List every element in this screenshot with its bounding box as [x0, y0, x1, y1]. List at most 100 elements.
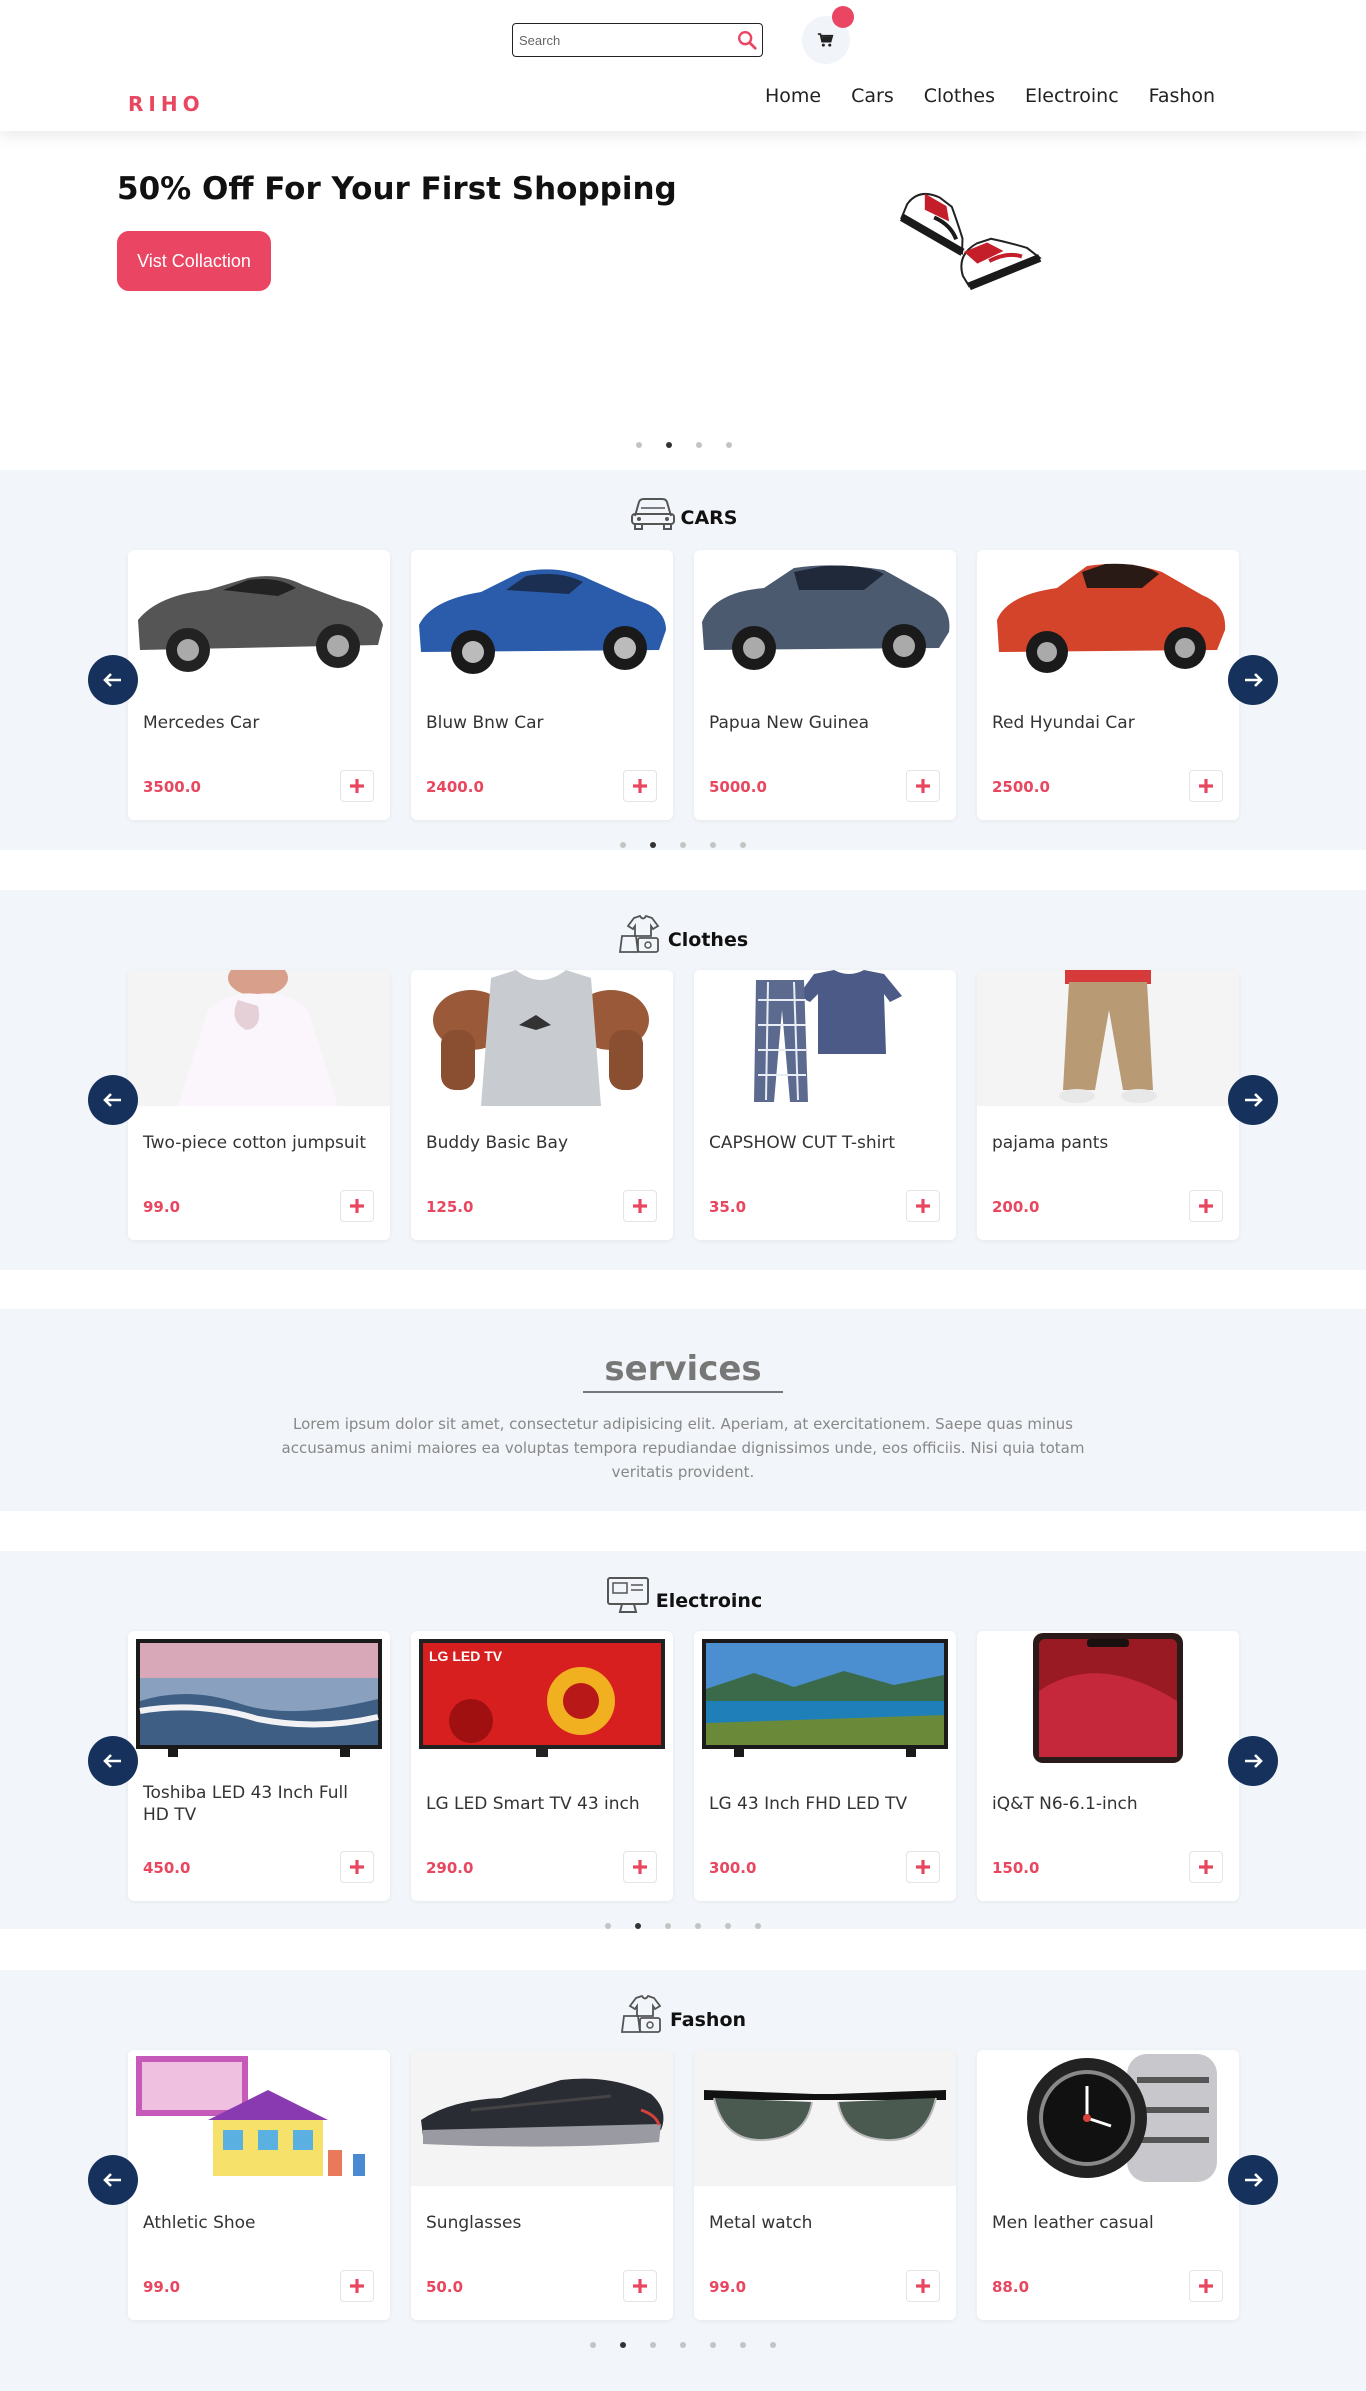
add-to-cart-button[interactable] — [1189, 770, 1223, 802]
visit-collection-button[interactable]: Vist Collaction — [117, 231, 271, 291]
carousel-dot[interactable] — [680, 2342, 686, 2348]
product-card[interactable]: Athletic Shoe 99.0 — [128, 2050, 390, 2320]
product-name: iQ&T N6-6.1-inch — [992, 1794, 1138, 1814]
carousel-dot[interactable] — [755, 1923, 761, 1929]
add-to-cart-button[interactable] — [1189, 1851, 1223, 1883]
add-to-cart-button[interactable] — [906, 1851, 940, 1883]
carousel-dot[interactable] — [650, 2342, 656, 2348]
product-card[interactable]: LG LED TV LG LED Smart TV 43 inch 290.0 — [411, 1631, 673, 1901]
sunglasses-icon — [694, 2050, 956, 2186]
carousel-next-button[interactable] — [1228, 2155, 1278, 2205]
carousel-prev-button[interactable] — [88, 1075, 138, 1125]
carousel-dot[interactable] — [620, 2342, 626, 2348]
add-to-cart-button[interactable] — [340, 1190, 374, 1222]
carousel-next-button[interactable] — [1228, 655, 1278, 705]
product-card[interactable]: pajama pants 200.0 — [977, 970, 1239, 1240]
sneakers-icon — [899, 192, 1042, 291]
product-card[interactable]: iQ&T N6-6.1-inch 150.0 — [977, 1631, 1239, 1901]
carousel-dot[interactable] — [620, 842, 626, 848]
search-box[interactable] — [512, 23, 763, 57]
product-price: 200.0 — [992, 1198, 1040, 1216]
product-card[interactable]: Two-piece cotton jumpsuit 99.0 — [128, 970, 390, 1240]
arrow-right-icon — [1245, 673, 1263, 687]
search-input[interactable] — [519, 29, 719, 51]
product-price: 99.0 — [143, 2278, 181, 2296]
hero-carousel-dots — [636, 442, 756, 448]
carousel-next-button[interactable] — [1228, 1075, 1278, 1125]
arrow-right-icon — [1245, 2173, 1263, 2187]
product-name: Buddy Basic Bay — [426, 1133, 569, 1153]
carousel-dot[interactable] — [590, 2342, 596, 2348]
product-price: 88.0 — [992, 2278, 1030, 2296]
add-to-cart-button[interactable] — [623, 2270, 657, 2302]
nav-cars[interactable]: Cars — [851, 82, 894, 110]
add-to-cart-button[interactable] — [906, 2270, 940, 2302]
carousel-dot[interactable] — [740, 2342, 746, 2348]
product-card[interactable]: Mercedes Car 3500.0 — [128, 550, 390, 820]
carousel-dot[interactable] — [710, 842, 716, 848]
add-to-cart-button[interactable] — [906, 1190, 940, 1222]
add-to-cart-button[interactable] — [1189, 2270, 1223, 2302]
carousel-next-button[interactable] — [1228, 1736, 1278, 1786]
plus-icon — [350, 1860, 364, 1874]
nav-home[interactable]: Home — [765, 82, 821, 110]
product-card[interactable]: Toshiba LED 43 Inch Full HD TV 450.0 — [128, 1631, 390, 1901]
product-card[interactable]: CAPSHOW CUT T-shirt 35.0 — [694, 970, 956, 1240]
add-to-cart-button[interactable] — [623, 1851, 657, 1883]
carousel-dot[interactable] — [605, 1923, 611, 1929]
nav-fashon[interactable]: Fashon — [1149, 82, 1215, 110]
product-card[interactable]: Sunglasses 50.0 — [411, 2050, 673, 2320]
carousel-prev-button[interactable] — [88, 1736, 138, 1786]
carousel-dot[interactable] — [666, 442, 672, 448]
carousel-dot[interactable] — [726, 442, 732, 448]
carousel-dot[interactable] — [710, 2342, 716, 2348]
section-title-text: Clothes — [667, 929, 749, 951]
nav-electroinc[interactable]: Electroinc — [1025, 82, 1119, 110]
product-card[interactable]: Men leather casual 88.0 — [977, 2050, 1239, 2320]
add-to-cart-button[interactable] — [1189, 1190, 1223, 1222]
services-section: services Lorem ipsum dolor sit amet, con… — [0, 1309, 1366, 1511]
search-icon[interactable] — [736, 29, 758, 51]
carousel-dot[interactable] — [725, 1923, 731, 1929]
carousel-prev-button[interactable] — [88, 655, 138, 705]
product-price: 290.0 — [426, 1859, 474, 1877]
carousel-dot[interactable] — [770, 2342, 776, 2348]
product-card[interactable]: Red Hyundai Car 2500.0 — [977, 550, 1239, 820]
carousel-dot[interactable] — [650, 842, 656, 848]
carousel-dot[interactable] — [636, 442, 642, 448]
carousel-dot[interactable] — [680, 842, 686, 848]
plus-icon — [633, 1860, 647, 1874]
site-logo[interactable]: RIHO — [128, 92, 205, 116]
product-card[interactable]: Metal watch 99.0 — [694, 2050, 956, 2320]
product-price: 150.0 — [992, 1859, 1040, 1877]
sneaker-icon — [411, 2050, 673, 2186]
carousel-dot[interactable] — [695, 1923, 701, 1929]
add-to-cart-button[interactable] — [340, 2270, 374, 2302]
electronics-carousel-dots — [605, 1923, 785, 1929]
plus-icon — [350, 1199, 364, 1213]
cart-button[interactable] — [802, 6, 854, 64]
product-card[interactable]: Bluw Bnw Car 2400.0 — [411, 550, 673, 820]
carousel-dot[interactable] — [635, 1923, 641, 1929]
nav-clothes[interactable]: Clothes — [924, 82, 995, 110]
product-card[interactable]: Buddy Basic Bay 125.0 — [411, 970, 673, 1240]
carousel-dot[interactable] — [740, 842, 746, 848]
add-to-cart-button[interactable] — [340, 1851, 374, 1883]
add-to-cart-button[interactable] — [906, 770, 940, 802]
add-to-cart-button[interactable] — [340, 770, 374, 802]
product-price: 5000.0 — [709, 778, 767, 796]
product-card[interactable]: Papua New Guinea 5000.0 — [694, 550, 956, 820]
phone-icon — [1033, 1633, 1183, 1763]
clothes-section: Clothes Two-piece cotton jumpsuit 99.0 B… — [0, 890, 1366, 1270]
carousel-dot[interactable] — [665, 1923, 671, 1929]
car-icon — [630, 498, 675, 530]
product-name: CAPSHOW CUT T-shirt — [709, 1133, 895, 1153]
arrow-left-icon — [103, 1754, 121, 1768]
product-card[interactable]: LG 43 Inch FHD LED TV 300.0 — [694, 1631, 956, 1901]
add-to-cart-button[interactable] — [623, 770, 657, 802]
carousel-prev-button[interactable] — [88, 2155, 138, 2205]
cart-badge — [832, 6, 854, 28]
toy-house-icon — [136, 2056, 365, 2176]
carousel-dot[interactable] — [696, 442, 702, 448]
add-to-cart-button[interactable] — [623, 1190, 657, 1222]
